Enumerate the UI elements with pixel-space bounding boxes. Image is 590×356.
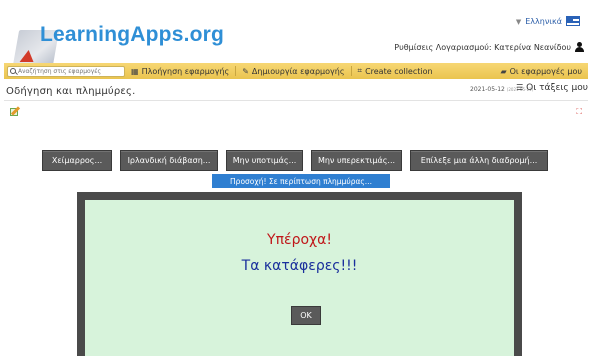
account-settings-link[interactable]: Ρυθμίσεις Λογαριασμού: Κατερίνα Νεανίδου: [394, 42, 584, 52]
ok-button[interactable]: OK: [291, 306, 321, 325]
choice-button-dont-underestimate[interactable]: Μην υποτιμάς...: [226, 150, 303, 171]
fullscreen-icon[interactable]: ⛶: [576, 107, 582, 117]
pencil-icon: ✎: [242, 66, 249, 76]
choice-buttons: Χείμαρρος... Ιρλανδική διάβαση... Μην υπ…: [42, 150, 548, 171]
chevron-down-icon: ▼: [515, 18, 522, 26]
success-dialog: Υπέροχα! Τα κατάφερες!!! OK: [77, 192, 522, 356]
nav-create-collection-label: Create collection: [365, 66, 433, 76]
greek-flag-icon: [566, 16, 580, 26]
my-classes-link[interactable]: ☰ Οι τάξεις μου: [516, 83, 588, 93]
user-icon: [575, 42, 584, 52]
nav-create-app[interactable]: ✎ Δημιουργία εφαρμογής: [236, 67, 350, 76]
nav-create-app-label: Δημιουργία εφαρμογής: [251, 66, 345, 76]
choice-button-other-route[interactable]: Επίλεξε μια άλλη διαδρομή...: [410, 150, 548, 171]
logo[interactable]: LearningApps.org: [12, 12, 224, 66]
search-input[interactable]: [18, 67, 118, 75]
search-icon: [10, 68, 16, 74]
language-selector[interactable]: ▼ Ελληνικά: [516, 16, 580, 26]
folder-icon: ▰: [500, 66, 507, 76]
nav-browse-apps-label: Πλοήγηση εφαρμογής: [141, 66, 230, 76]
main-navbar: ▦ Πλοήγηση εφαρμογής ✎ Δημιουργία εφαρμο…: [4, 63, 588, 79]
account-label: Ρυθμίσεις Λογαριασμού: Κατερίνα Νεανίδου: [394, 43, 571, 52]
nav-my-apps-label: Οι εφαρμογές μου: [509, 66, 582, 76]
title-divider: [4, 100, 588, 101]
success-dialog-body: Υπέροχα! Τα κατάφερες!!! OK: [85, 200, 514, 356]
app-date-value: 2021-05-12: [470, 86, 505, 93]
nav-my-apps[interactable]: ▰ Οι εφαρμογές μου: [494, 67, 588, 76]
app-title: Οδήγηση και πλημμύρες.: [6, 86, 136, 97]
choice-button-torrent[interactable]: Χείμαρρος...: [42, 150, 112, 171]
flood-warning-tip[interactable]: Προσοχή! Σε περίπτωση πλημμύρας...: [212, 174, 390, 188]
choice-button-irish-crossing[interactable]: Ιρλανδική διάβαση...: [120, 150, 218, 171]
success-title: Υπέροχα!: [267, 232, 332, 248]
logo-text: LearningApps.org: [40, 23, 225, 46]
my-classes-label: Οι τάξεις μου: [526, 83, 588, 93]
collection-icon: ⌗: [357, 66, 363, 75]
list-icon: ☰: [516, 83, 524, 92]
search-box[interactable]: [7, 65, 125, 77]
edit-icon[interactable]: [10, 106, 21, 116]
nav-browse-apps[interactable]: ▦ Πλοήγηση εφαρμογής: [125, 67, 235, 76]
success-message: Τα κατάφερες!!!: [241, 258, 358, 274]
nav-create-collection[interactable]: ⌗ Create collection: [352, 66, 439, 76]
language-label: Ελληνικά: [525, 17, 562, 26]
choice-button-dont-overestimate[interactable]: Μην υπερεκτιμάς...: [311, 150, 402, 171]
grid-icon: ▦: [131, 66, 139, 76]
